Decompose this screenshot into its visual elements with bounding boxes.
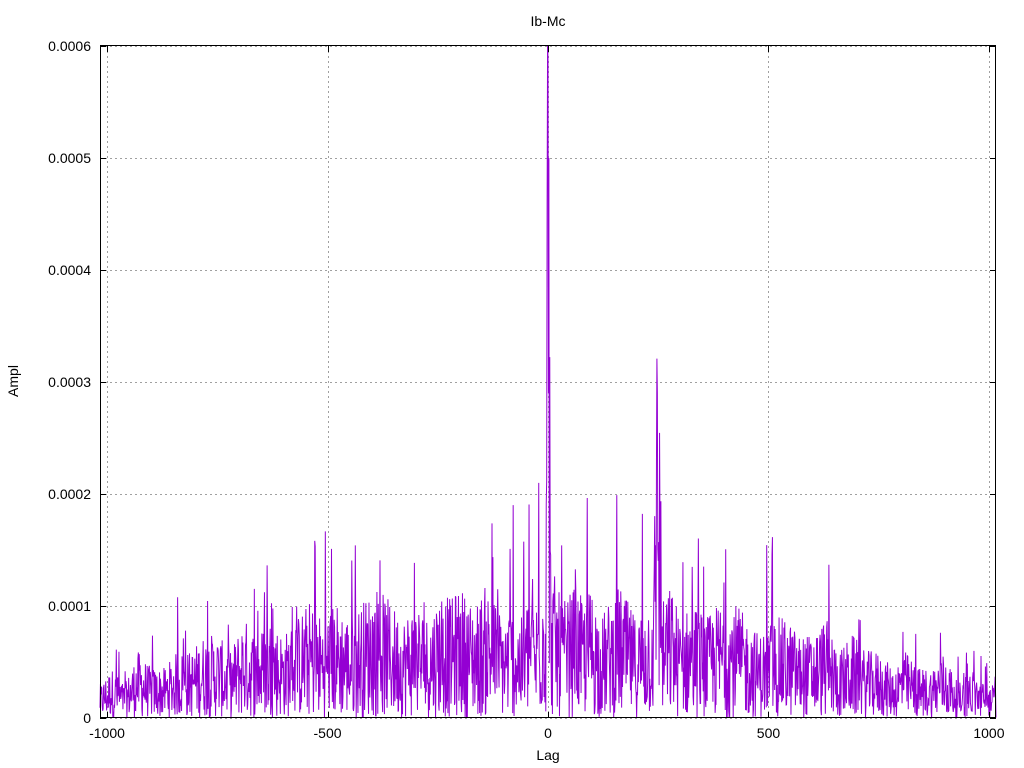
chart: -1000 -500 0 500 1000 0 0.0001 0.0002 0.0003 0.0… bbox=[5, 13, 1005, 763]
x-tick-label: -1000 bbox=[89, 725, 125, 741]
y-tick-label: 0.0006 bbox=[48, 38, 91, 54]
x-axis-label: Lag bbox=[536, 747, 559, 763]
x-tick-label: 500 bbox=[757, 725, 781, 741]
y-tick-label: 0 bbox=[83, 710, 91, 726]
y-tick-label: 0.0001 bbox=[48, 598, 91, 614]
y-tick-label: 0.0004 bbox=[48, 262, 91, 278]
x-tick-label: -500 bbox=[314, 725, 342, 741]
chart-title: Ib-Mc bbox=[531, 13, 566, 29]
y-tick-labels: 0 0.0001 0.0002 0.0003 0.0004 0.0005 0.0006 bbox=[48, 38, 91, 726]
y-tick-label: 0.0002 bbox=[48, 486, 91, 502]
y-axis-label: Ampl bbox=[5, 365, 21, 397]
y-tick-label: 0.0005 bbox=[48, 150, 91, 166]
x-tick-labels: -1000 -500 0 500 1000 bbox=[89, 725, 1005, 741]
y-tick-label: 0.0003 bbox=[48, 374, 91, 390]
x-tick-label: 1000 bbox=[973, 725, 1004, 741]
x-tick-label: 0 bbox=[544, 725, 552, 741]
